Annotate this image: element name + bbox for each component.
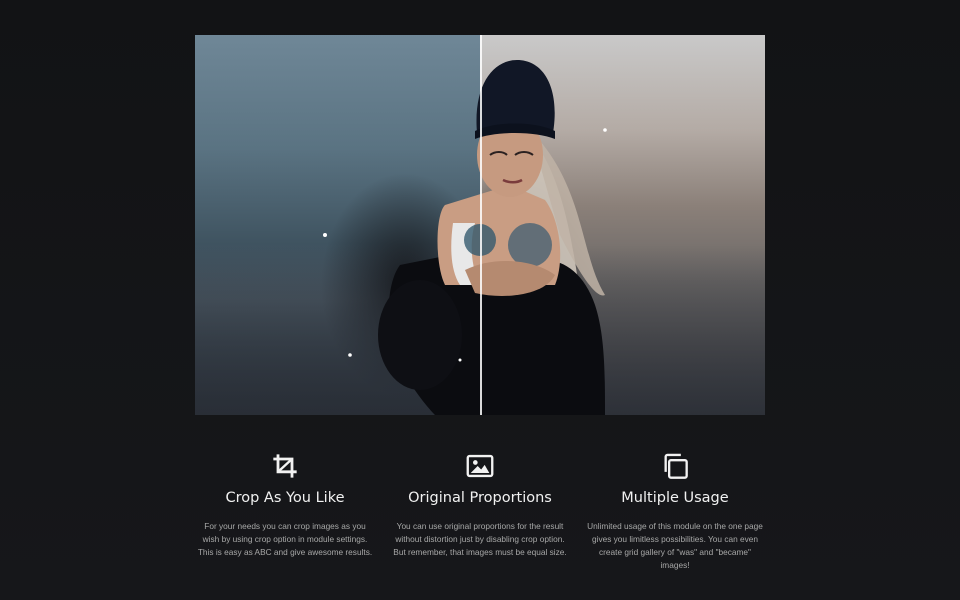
- before-after-slider[interactable]: [195, 35, 765, 415]
- crop-icon: [273, 454, 297, 478]
- feature-description: For your needs you can crop images as yo…: [197, 521, 373, 557]
- features-row: Crop As You Like For your needs you can …: [195, 452, 765, 572]
- feature-title: Crop As You Like: [225, 490, 345, 506]
- feature-crop: Crop As You Like For your needs you can …: [195, 452, 375, 572]
- copy-icon: [664, 453, 688, 479]
- feature-title: Original Proportions: [408, 490, 552, 506]
- feature-title: Multiple Usage: [621, 490, 729, 506]
- image-icon: [466, 454, 494, 478]
- feature-description: Unlimited usage of this module on the on…: [587, 521, 763, 570]
- feature-multiple-usage: Multiple Usage Unlimited usage of this m…: [585, 452, 765, 572]
- feature-description: You can use original proportions for the…: [393, 521, 567, 557]
- feature-proportions: Original Proportions You can use origina…: [390, 452, 570, 572]
- woman-figure-illustration: [323, 60, 607, 415]
- page: Crop As You Like For your needs you can …: [0, 0, 960, 600]
- comparison-divider-handle[interactable]: [480, 35, 482, 415]
